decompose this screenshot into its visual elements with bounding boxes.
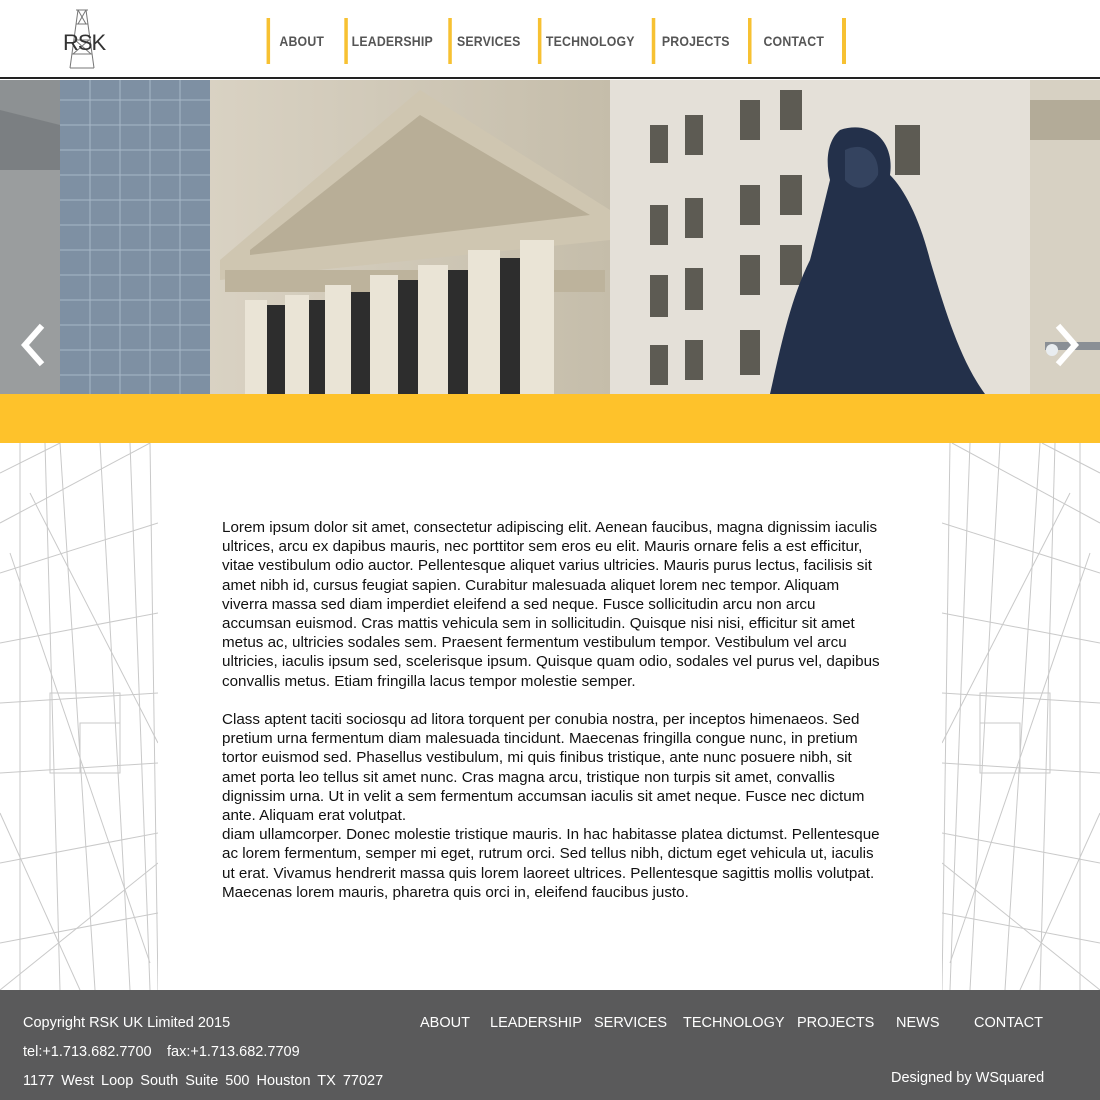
accent-band xyxy=(0,394,1100,443)
nav-about[interactable]: ABOUT xyxy=(266,18,334,64)
rsk-logo[interactable]: RSK xyxy=(58,6,106,70)
hero-slider xyxy=(0,80,1100,394)
hero-image xyxy=(0,80,1100,394)
paragraph-1: Lorem ipsum dolor sit amet, consectetur … xyxy=(222,519,880,690)
site-header: RSK ABOUT LEADERSHIP SERVICES TECHNOLOGY… xyxy=(0,0,1100,79)
article-body: Lorem ipsum dolor sit amet, consectetur … xyxy=(222,518,880,902)
footer-nav-news[interactable]: NEWS xyxy=(896,1015,940,1031)
wireframe-illustration-left xyxy=(0,443,158,990)
slider-next-button[interactable] xyxy=(1052,322,1082,368)
address-text: 1177 West Loop South Suite 500 Houston T… xyxy=(23,1073,384,1089)
footer-nav-technology[interactable]: TECHNOLOGY xyxy=(683,1015,785,1031)
nav-services[interactable]: SERVICES xyxy=(448,18,525,64)
footer-nav-services[interactable]: SERVICES xyxy=(594,1015,667,1031)
nav-technology[interactable]: TECHNOLOGY xyxy=(537,18,639,64)
chevron-right-icon xyxy=(1055,323,1080,367)
main-nav: ABOUT LEADERSHIP SERVICES TECHNOLOGY PRO… xyxy=(262,18,846,64)
phone-link[interactable]: tel:+1.713.682.7700 xyxy=(23,1044,152,1060)
nav-projects[interactable]: PROJECTS xyxy=(651,18,736,64)
footer-nav-about[interactable]: ABOUT xyxy=(420,1015,470,1031)
paragraph-3: diam ullamcorper. Donec molestie tristiq… xyxy=(222,826,880,901)
logo-text: RSK xyxy=(63,30,106,55)
slider-prev-button[interactable] xyxy=(18,322,48,368)
main-content: Lorem ipsum dolor sit amet, consectetur … xyxy=(0,443,1100,990)
paragraph-2: Class aptent taciti sociosqu ad litora t… xyxy=(222,711,865,825)
footer-nav-projects[interactable]: PROJECTS xyxy=(797,1015,874,1031)
nav-contact[interactable]: CONTACT xyxy=(748,18,836,64)
chevron-left-icon xyxy=(20,323,45,367)
designer-credit-link[interactable]: Designed by WSquared xyxy=(891,1070,1044,1086)
fax-text: fax:+1.713.682.7709 xyxy=(167,1044,300,1060)
footer-nav-leadership[interactable]: LEADERSHIP xyxy=(490,1015,582,1031)
nav-leadership[interactable]: LEADERSHIP xyxy=(344,18,436,64)
nav-end-divider xyxy=(842,18,846,64)
footer-nav-contact[interactable]: CONTACT xyxy=(974,1015,1043,1031)
site-footer: Copyright RSK UK Limited 2015 tel:+1.713… xyxy=(0,990,1100,1100)
wireframe-illustration-right xyxy=(942,443,1100,990)
copyright-text: Copyright RSK UK Limited 2015 xyxy=(23,1015,231,1031)
